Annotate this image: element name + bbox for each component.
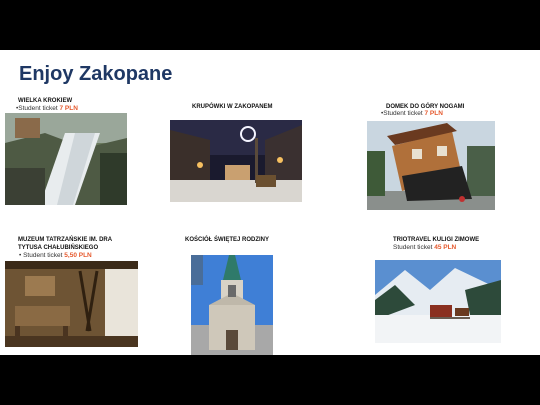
item-ticket-domek: •Student ticket 7 PLN [381,110,443,117]
item-name-wielka-krokiew: WIELKA KROKIEW [18,98,73,104]
upside-down-house-photo [367,121,495,210]
item-name-kosciol: KOŚCIÓŁ ŚWIĘTEJ RODZINY [185,237,270,243]
item-ticket-kuligi: Student ticket 45 PLN [393,244,457,251]
krupowki-street-photo [170,120,302,202]
church-photo [191,255,273,355]
item-name-muzeum-line1: MUZEUM TATRZAŃSKIE IM. DRA [18,237,113,243]
item-name-muzeum-line2: TYTUSA CHAŁUBIŃSKIEGO [18,245,99,251]
slide-title: Enjoy Zakopane [19,63,173,85]
item-name-krupowki: KRUPÓWKI W ZAKOPANEM [192,104,273,110]
item-ticket-muzeum: • Student ticket 5,50 PLN [19,252,92,259]
item-ticket-wielka-krokiew: •Student ticket 7 PLN [16,105,78,112]
item-name-kuligi: TRIOTRAVEL KULIGI ZIMOWE [393,237,480,243]
ski-jump-photo [5,113,127,205]
slide: Enjoy Zakopane WIELKA KROKIEW •Student t… [0,50,540,355]
museum-interior-photo [5,261,138,347]
sleigh-ride-photo [375,260,501,343]
